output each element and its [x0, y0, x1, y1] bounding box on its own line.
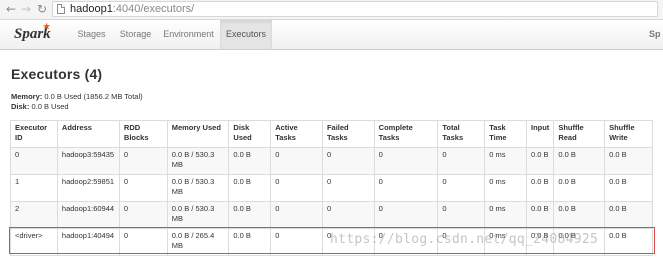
- browser-toolbar: ← → ↻ hadoop1:4040/executors/: [0, 0, 663, 20]
- table-cell: 0: [321, 174, 375, 202]
- column-header[interactable]: RDD Blocks: [118, 120, 168, 148]
- tab-environment[interactable]: Environment: [157, 20, 220, 49]
- table-row: 2 hadoop1:60944 0 0.0 B / 530.3 MB 0.0 B…: [10, 201, 653, 229]
- column-header[interactable]: Total Tasks: [437, 120, 486, 148]
- table-cell: hadoop3:59435: [56, 147, 120, 175]
- url-path: :4040/executors/: [112, 3, 195, 15]
- app-name-truncated: Sp: [649, 29, 661, 39]
- column-header[interactable]: Task Time: [484, 120, 527, 148]
- disk-label: Disk:: [11, 102, 30, 111]
- table-cell: 0.0 B: [553, 201, 606, 229]
- table-cell: 0: [270, 174, 323, 202]
- table-cell: 0.0 B: [525, 201, 555, 229]
- table-cell: 0.0 B: [525, 174, 555, 202]
- table-cell: 0.0 B: [604, 147, 653, 175]
- table-cell: 0: [437, 201, 486, 229]
- table-cell: 0.0 B: [525, 147, 555, 175]
- column-header[interactable]: Failed Tasks: [321, 120, 375, 148]
- table-cell: 0 ms: [484, 147, 527, 175]
- table-cell: 0.0 B: [553, 174, 606, 202]
- column-header[interactable]: Address: [56, 120, 120, 148]
- table-cell: 0 ms: [484, 201, 527, 229]
- column-header[interactable]: Disk Used: [228, 120, 272, 148]
- table-cell: 0: [118, 228, 168, 256]
- page-title: Executors (4): [11, 66, 103, 82]
- table-cell: 0: [437, 174, 486, 202]
- table-cell: 0.0 B: [553, 147, 606, 175]
- address-bar[interactable]: hadoop1:4040/executors/: [52, 1, 658, 17]
- table-cell: 0.0 B: [604, 201, 653, 229]
- memory-value: 0.0 B Used (1856.2 MB Total): [44, 92, 143, 101]
- tab-executors[interactable]: Executors: [220, 20, 272, 49]
- table-cell: 0.0 B: [228, 201, 272, 229]
- disk-summary: Disk: 0.0 B Used: [11, 102, 69, 111]
- table-cell: 0: [270, 201, 323, 229]
- memory-summary: Memory: 0.0 B Used (1856.2 MB Total): [11, 92, 143, 101]
- column-header[interactable]: Complete Tasks: [373, 120, 439, 148]
- column-header[interactable]: Shuffle Write: [604, 120, 653, 148]
- table-cell: 0.0 B: [604, 228, 653, 256]
- table-cell: 0: [118, 174, 168, 202]
- disk-value: 0.0 B Used: [31, 102, 69, 111]
- table-cell: 0: [10, 147, 58, 175]
- table-cell: 1: [10, 174, 58, 202]
- table-row: 1 hadoop2:59851 0 0.0 B / 530.3 MB 0.0 B…: [10, 174, 653, 202]
- table-row: 0 hadoop3:59435 0 0.0 B / 530.3 MB 0.0 B…: [10, 147, 653, 175]
- table-cell: 0.0 B / 530.3 MB: [166, 174, 230, 202]
- table-cell: 0.0 B: [604, 174, 653, 202]
- back-arrow-icon[interactable]: ←: [4, 2, 18, 16]
- watermark: https://blog.csdn.net/qq_24084925: [330, 232, 599, 247]
- table-cell: hadoop1:40494: [56, 228, 120, 256]
- forward-arrow-icon[interactable]: →: [19, 2, 33, 16]
- column-header[interactable]: Memory Used: [166, 120, 230, 148]
- spark-logo[interactable]: Spark ★: [14, 22, 51, 43]
- tab-stages[interactable]: Stages: [69, 20, 114, 49]
- table-cell: <driver>: [10, 228, 58, 256]
- table-cell: 0.0 B / 530.3 MB: [166, 147, 230, 175]
- table-cell: hadoop1:60944: [56, 201, 120, 229]
- table-cell: 0.0 B: [228, 228, 272, 256]
- table-cell: 0: [373, 174, 439, 202]
- table-cell: 0: [437, 147, 486, 175]
- table-cell: 0: [373, 201, 439, 229]
- table-cell: 0: [321, 147, 375, 175]
- table-cell: 0.0 B / 265.4 MB: [166, 228, 230, 256]
- column-header[interactable]: Shuffle Read: [553, 120, 606, 148]
- memory-label: Memory:: [11, 92, 43, 101]
- tab-storage[interactable]: Storage: [114, 20, 157, 49]
- table-cell: 0: [373, 147, 439, 175]
- spark-navbar: Spark ★ Stages Storage Environment Execut…: [0, 20, 663, 50]
- table-cell: hadoop2:59851: [56, 174, 120, 202]
- page-icon: [57, 4, 65, 14]
- table-cell: 0.0 B: [228, 174, 272, 202]
- table-header-row: Executor ID Address RDD Blocks Memory Us…: [10, 120, 653, 148]
- table-cell: 0: [270, 147, 323, 175]
- table-cell: 2: [10, 201, 58, 229]
- table-cell: 0.0 B: [228, 147, 272, 175]
- url-host: hadoop1: [70, 3, 113, 15]
- url-text: hadoop1:4040/executors/: [70, 2, 194, 16]
- table-cell: 0: [118, 147, 168, 175]
- column-header[interactable]: Input: [525, 120, 555, 148]
- table-cell: 0: [321, 201, 375, 229]
- table-cell: 0 ms: [484, 174, 527, 202]
- spark-logo-star-icon: ★: [43, 22, 51, 31]
- reload-icon[interactable]: ↻: [35, 2, 49, 16]
- column-header[interactable]: Active Tasks: [270, 120, 323, 148]
- table-cell: 0: [270, 228, 323, 256]
- column-header[interactable]: Executor ID: [10, 120, 58, 148]
- table-cell: 0: [118, 201, 168, 229]
- table-cell: 0.0 B / 530.3 MB: [166, 201, 230, 229]
